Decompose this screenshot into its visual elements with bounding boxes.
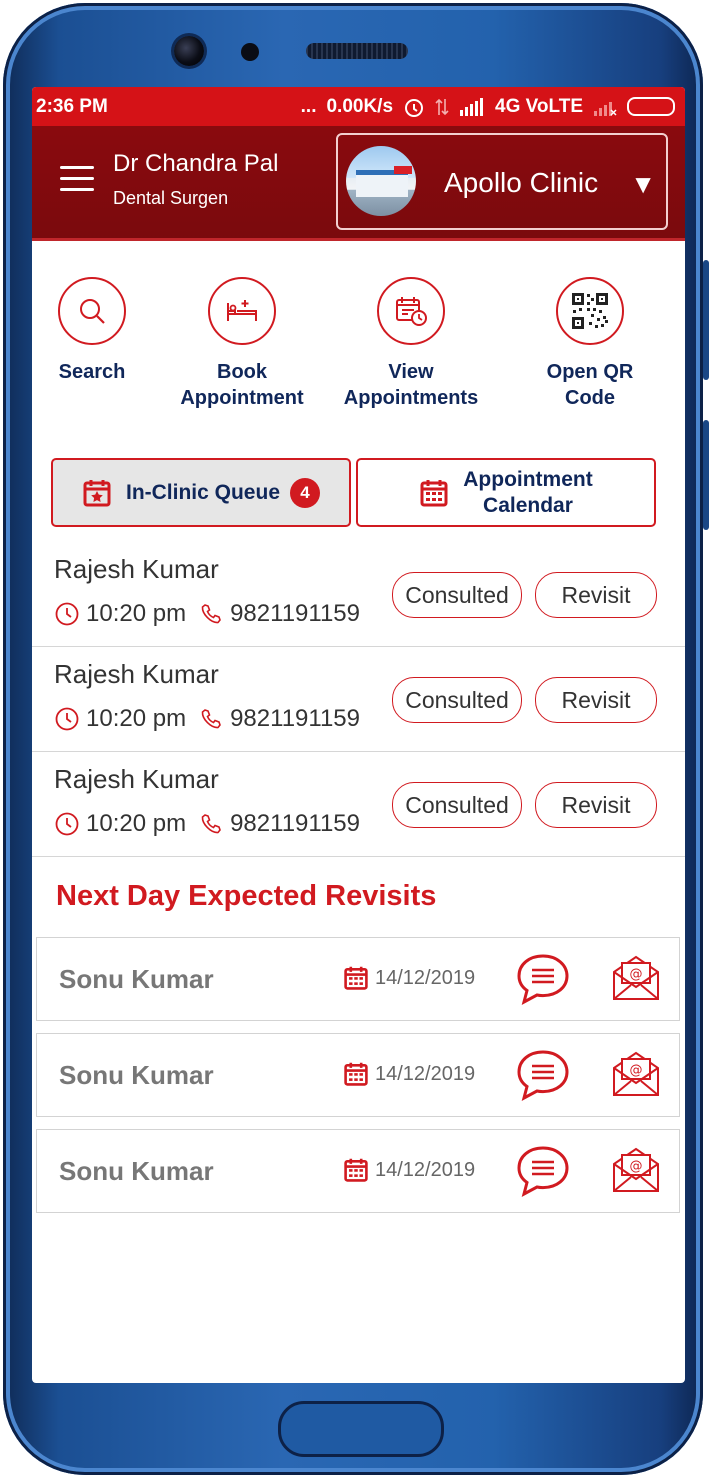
consulted-button[interactable]: Consulted xyxy=(392,677,522,723)
tab-in-clinic-queue[interactable]: In-Clinic Queue 4 xyxy=(51,458,351,527)
search-action[interactable]: Search xyxy=(54,277,130,385)
phone-icon xyxy=(201,709,221,729)
alarm-icon xyxy=(405,98,424,117)
revisit-row[interactable]: Sonu Kumar 14/12/2019 @ xyxy=(36,937,680,1021)
tab-calendar-label-1: Appointment xyxy=(463,467,593,491)
battery-icon xyxy=(627,97,675,116)
tab-appointment-calendar[interactable]: Appointment Calendar xyxy=(356,458,656,527)
view-label-2: Appointments xyxy=(343,387,479,409)
revisit-button[interactable]: Revisit xyxy=(535,677,657,723)
clock-icon xyxy=(55,812,79,836)
clock-icon xyxy=(55,602,79,626)
phone-frame: 2:36 PM ... 0.00K/s 4G VoLTE Dr Chandra … xyxy=(3,3,703,1475)
queue-row[interactable]: Rajesh Kumar 10:20 pm 9821191159 Consult… xyxy=(32,752,685,857)
patient-name: Rajesh Kumar xyxy=(54,659,219,689)
status-dots: ... xyxy=(300,95,317,117)
consulted-button[interactable]: Consulted xyxy=(392,782,522,828)
revisit-button[interactable]: Revisit xyxy=(535,572,657,618)
open-qr-code-action[interactable]: Open QR Code xyxy=(530,277,650,411)
clinic-photo xyxy=(346,146,416,216)
app-header: Dr Chandra Pal Dental Surgen Apollo Clin… xyxy=(32,126,685,241)
app-screen: 2:36 PM ... 0.00K/s 4G VoLTE Dr Chandra … xyxy=(32,87,685,1383)
search-icon xyxy=(58,277,126,345)
queue-row[interactable]: Rajesh Kumar 10:20 pm 9821191159 Consult… xyxy=(32,647,685,752)
data-arrows-icon xyxy=(435,98,449,115)
revisit-patient-name: Sonu Kumar xyxy=(59,1060,214,1090)
mail-icon[interactable]: @ xyxy=(611,1050,661,1098)
svg-text:@: @ xyxy=(630,967,643,982)
qr-code-icon xyxy=(556,277,624,345)
calendar-clock-icon xyxy=(377,277,445,345)
patient-phone: 9821191159 xyxy=(230,810,360,837)
clinic-selector[interactable]: Apollo Clinic ▼ xyxy=(336,133,668,230)
bed-icon xyxy=(208,277,276,345)
patient-name: Rajesh Kumar xyxy=(54,764,219,794)
calendar-icon xyxy=(344,1158,368,1182)
phone-icon xyxy=(201,814,221,834)
queue-count-badge: 4 xyxy=(290,477,320,508)
tab-calendar-label-2: Calendar xyxy=(483,493,573,517)
appointment-time: 10:20 pm xyxy=(86,810,187,837)
calendar-icon xyxy=(420,479,448,506)
revisits-list: Sonu Kumar 14/12/2019 @ Sonu Kumar 14/12… xyxy=(36,937,680,1225)
quick-actions: Search Book Appointment View Appointments xyxy=(32,277,685,417)
revisit-row[interactable]: Sonu Kumar 14/12/2019 @ xyxy=(36,1129,680,1213)
dropdown-caret-icon: ▼ xyxy=(630,169,656,199)
chat-icon[interactable] xyxy=(515,1144,571,1198)
status-bar: 2:36 PM ... 0.00K/s 4G VoLTE xyxy=(32,87,685,126)
earpiece-speaker xyxy=(306,43,408,59)
status-time: 2:36 PM xyxy=(36,95,108,117)
patient-phone: 9821191159 xyxy=(230,600,360,627)
revisit-button[interactable]: Revisit xyxy=(535,782,657,828)
menu-icon[interactable] xyxy=(60,166,94,192)
patient-phone: 9821191159 xyxy=(230,705,360,732)
chat-icon[interactable] xyxy=(515,1048,571,1102)
book-label-2: Appointment xyxy=(180,387,304,409)
chat-icon[interactable] xyxy=(515,952,571,1006)
phone-icon xyxy=(201,604,221,624)
revisit-date: 14/12/2019 xyxy=(375,966,476,989)
calendar-icon xyxy=(344,1062,368,1086)
power-button xyxy=(703,420,709,530)
book-appointment-action[interactable]: Book Appointment xyxy=(172,277,312,411)
front-camera xyxy=(174,36,204,66)
signal-icon xyxy=(460,97,484,116)
appointment-time: 10:20 pm xyxy=(86,705,187,732)
qr-label-1: Open QR xyxy=(546,361,634,383)
clock-icon xyxy=(55,707,79,731)
doctor-name: Dr Chandra Pal xyxy=(113,150,279,177)
revisit-patient-name: Sonu Kumar xyxy=(59,1156,214,1186)
calendar-icon xyxy=(344,966,368,990)
mail-icon[interactable]: @ xyxy=(611,954,661,1002)
revisits-section-title: Next Day Expected Revisits xyxy=(56,880,437,912)
status-speed: 0.00K/s xyxy=(326,95,394,117)
appointment-time: 10:20 pm xyxy=(86,600,187,627)
proximity-sensor xyxy=(241,43,259,61)
queue-list: Rajesh Kumar 10:20 pm 9821191159 Consult… xyxy=(32,542,685,857)
volume-button xyxy=(703,260,709,380)
revisit-row[interactable]: Sonu Kumar 14/12/2019 @ xyxy=(36,1033,680,1117)
svg-text:@: @ xyxy=(630,1159,643,1174)
book-label-1: Book xyxy=(217,361,267,383)
tab-queue-label: In-Clinic Queue xyxy=(125,480,280,504)
signal-weak-icon xyxy=(594,101,617,116)
clinic-name: Apollo Clinic xyxy=(444,167,599,198)
revisit-patient-name: Sonu Kumar xyxy=(59,964,214,994)
view-appointments-action[interactable]: View Appointments xyxy=(338,277,484,411)
view-label-1: View xyxy=(388,361,434,383)
revisit-date: 14/12/2019 xyxy=(375,1062,476,1085)
home-button[interactable] xyxy=(278,1401,444,1457)
calendar-star-icon xyxy=(83,479,111,506)
mail-icon[interactable]: @ xyxy=(611,1146,661,1194)
svg-text:@: @ xyxy=(630,1063,643,1078)
patient-name: Rajesh Kumar xyxy=(54,554,219,584)
search-label: Search xyxy=(58,361,126,383)
status-network: 4G VoLTE xyxy=(495,95,583,117)
qr-label-2: Code xyxy=(565,387,615,409)
consulted-button[interactable]: Consulted xyxy=(392,572,522,618)
revisit-date: 14/12/2019 xyxy=(375,1158,476,1181)
queue-row[interactable]: Rajesh Kumar 10:20 pm 9821191159 Consult… xyxy=(32,542,685,647)
doctor-specialty: Dental Surgen xyxy=(113,188,229,208)
